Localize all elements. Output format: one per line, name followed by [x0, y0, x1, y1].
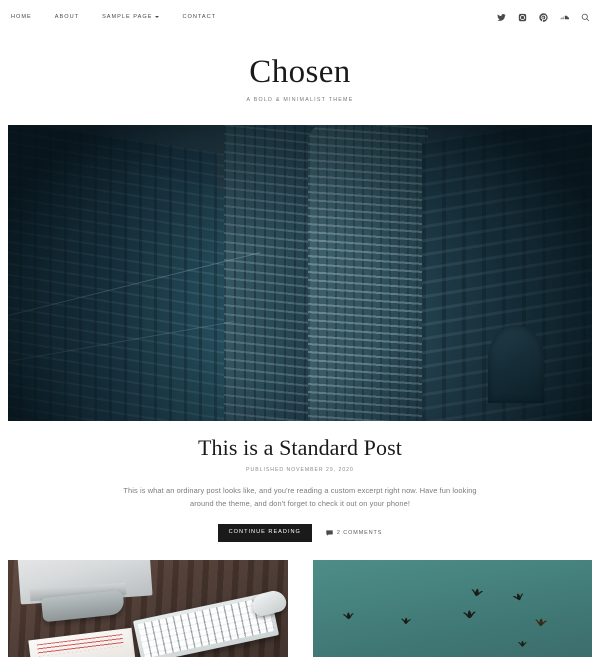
post-excerpt: This is what an ordinary post looks like…	[123, 486, 477, 509]
post-actions: CONTINUE READING 2 COMMENTS	[0, 524, 600, 542]
soundcloud-icon[interactable]	[560, 13, 569, 22]
teal-sky-background	[312, 559, 592, 657]
bird-icon	[534, 617, 547, 626]
bird-icon	[470, 587, 483, 597]
site-title[interactable]: Chosen	[0, 54, 600, 90]
post-title[interactable]: This is a Standard Post	[0, 435, 600, 462]
pinterest-icon[interactable]	[539, 12, 548, 22]
nav-item-about[interactable]: ABOUT	[55, 14, 91, 20]
bird-icon	[400, 616, 411, 624]
social-links	[497, 0, 590, 34]
continue-reading-button[interactable]: CONTINUE READING	[217, 524, 312, 542]
nav-item-label: CONTACT	[182, 14, 217, 20]
nav-item-contact[interactable]: CONTACT	[182, 14, 228, 20]
post-published-date: PUBLISHED NOVEMBER 29, 2020	[246, 467, 354, 474]
bird-icon	[517, 639, 527, 647]
post-gallery-grid	[0, 559, 600, 657]
twitter-icon[interactable]	[497, 13, 506, 22]
site-branding: Chosen A BOLD & MINIMALIST THEME	[0, 34, 600, 126]
nav-item-label: ABOUT	[54, 14, 80, 20]
bird-icon	[462, 609, 476, 619]
comments-link[interactable]: 2 COMMENTS	[326, 530, 382, 536]
bird-icon	[342, 611, 354, 619]
gallery-item-desk[interactable]	[8, 559, 288, 657]
search-icon[interactable]	[581, 13, 590, 22]
featured-image-wrapper	[0, 125, 600, 422]
nav-item-sample-page[interactable]: SAMPLE PAGE	[102, 14, 171, 20]
nav-item-home[interactable]: HOME	[11, 14, 44, 20]
hero-vignette	[8, 125, 592, 422]
comment-bubble-icon	[326, 530, 333, 536]
site-tagline: A BOLD & MINIMALIST THEME	[246, 97, 354, 104]
primary-navigation: HOME ABOUT SAMPLE PAGE CONTACT	[11, 14, 228, 20]
nav-item-label: HOME	[11, 14, 32, 20]
chevron-down-icon	[155, 16, 160, 18]
nav-item-label: SAMPLE PAGE	[102, 14, 153, 20]
site-header: HOME ABOUT SAMPLE PAGE CONTACT	[0, 0, 600, 34]
gallery-item-birds[interactable]	[312, 559, 592, 657]
post-entry: This is a Standard Post PUBLISHED NOVEMB…	[0, 421, 600, 542]
instagram-icon[interactable]	[518, 13, 527, 22]
featured-image-city[interactable]	[8, 125, 592, 422]
comments-count-label: 2 COMMENTS	[336, 529, 383, 536]
